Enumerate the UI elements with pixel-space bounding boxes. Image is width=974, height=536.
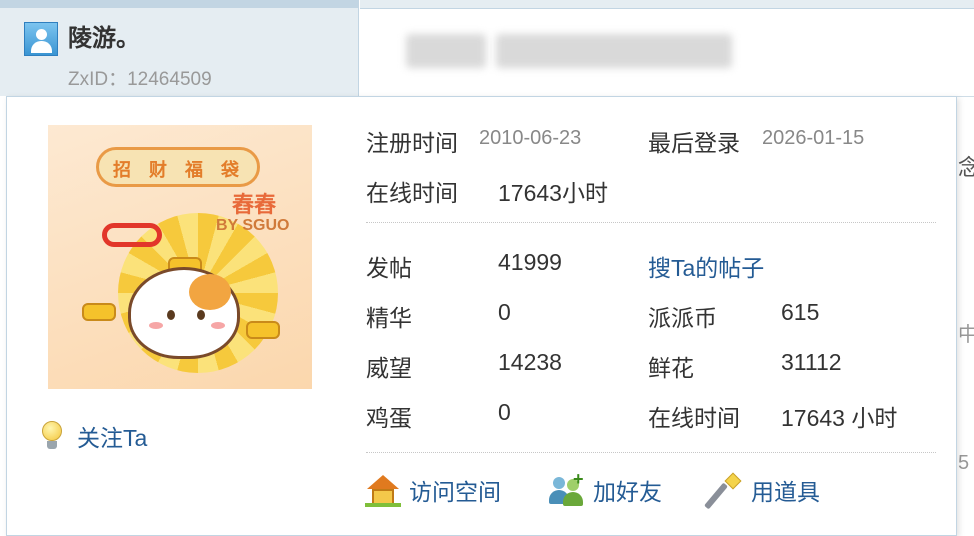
ribbon-char: 财 [149,160,167,180]
flowers-label: 鲜花 [648,355,694,381]
digest-value: 0 [498,299,511,325]
background-text-fragment: 5 [958,452,970,474]
eggs-value: 0 [498,399,511,425]
use-item-label[interactable]: 用道具 [751,473,820,507]
prestige-value: 14238 [498,349,562,375]
posts-label: 发帖 [366,255,412,281]
register-time-value: 2010-06-23 [479,127,582,149]
online-time-2-label: 在线时间 [648,405,740,431]
register-time-label: 注册时间 [366,130,458,156]
red-knot-art [102,223,162,247]
follow-label[interactable]: 关注Ta [77,419,147,453]
house-icon [365,473,401,507]
add-friend-label[interactable]: 加好友 [593,473,662,507]
add-friend-icon: + [549,469,585,507]
gold-ingot-art [246,321,280,339]
blurred-text [406,34,486,68]
post-header-line [360,8,974,9]
use-item-button[interactable]: 用道具 [704,472,820,510]
digest-label: 精华 [366,305,412,331]
magic-wand-icon [704,472,743,510]
background-text-fragment: 中 [958,324,974,346]
section-divider [366,452,936,453]
author-name[interactable]: 陵游。 [68,18,140,53]
posts-value: 41999 [498,249,562,275]
section-divider [366,222,936,223]
online-time-2-value: 17643 小时 [781,405,898,431]
search-posts-link[interactable]: 搜Ta的帖子 [648,249,764,283]
eggs-label: 鸡蛋 [366,405,412,431]
cat-art [128,267,240,359]
coins-label: 派派币 [648,305,717,331]
online-time-value: 17643小时 [498,180,608,206]
ribbon-char: 福 [185,160,203,180]
avatar-ribbon: 招 财 福 袋 [96,147,260,187]
user-avatar-image[interactable]: 招 财 福 袋 舂舂 BY SGUO [48,125,312,389]
visit-space-button[interactable]: 访问空间 [365,473,501,507]
avatar-art-credit: BY SGUO [216,217,290,234]
last-login-value: 2026-01-15 [762,127,865,149]
author-id-label: ZxID： [68,69,128,90]
follow-button[interactable]: 关注Ta [41,419,147,453]
author-id-value: 12464509 [127,69,212,90]
blurred-text [496,34,732,68]
avatar-art-label: 舂舂 [232,192,277,217]
add-friend-button[interactable]: + 加好友 [549,469,662,507]
visit-space-label[interactable]: 访问空间 [409,473,501,507]
online-time-label: 在线时间 [366,180,458,206]
author-strip-topbar [0,0,358,8]
ribbon-char: 招 [113,160,131,180]
lightbulb-icon [41,421,63,451]
gold-ingot-art [82,303,116,321]
user-info-popup: 招 财 福 袋 舂舂 BY SGUO 关注Ta 注册时间 2010-06-23 … [6,96,957,536]
flowers-value: 31112 [781,349,842,375]
background-text-fragment: 念 [958,155,974,180]
prestige-label: 威望 [366,355,412,381]
author-strip: 陵游。 ZxID：12464509 [0,0,359,96]
post-header-bar [360,0,974,8]
ribbon-char: 袋 [221,160,239,180]
author-avatar-icon[interactable] [24,22,58,56]
coins-value: 615 [781,299,820,325]
last-login-label: 最后登录 [648,130,740,156]
author-id: ZxID：12464509 [68,64,212,91]
